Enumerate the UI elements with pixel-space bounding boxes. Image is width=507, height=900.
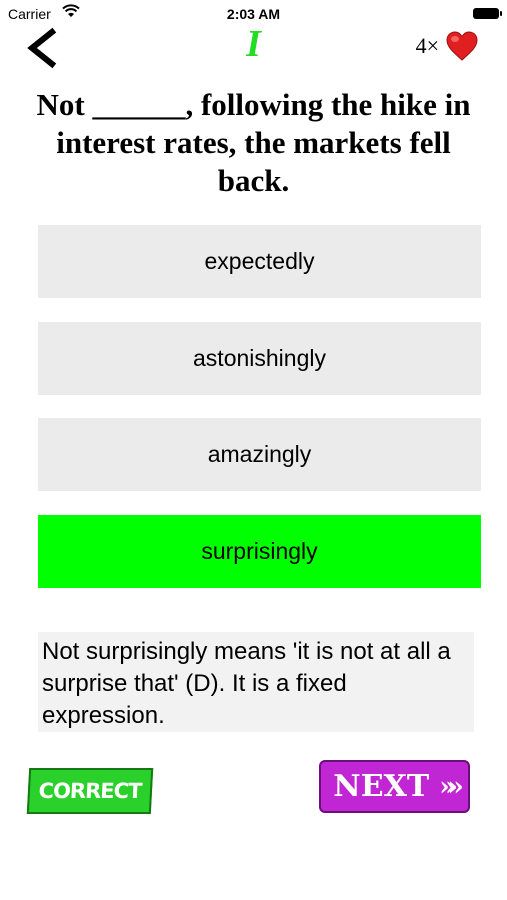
option-label: surprisingly [201, 538, 318, 564]
battery-icon [473, 8, 502, 19]
option-label: amazingly [207, 441, 312, 467]
lives-counter: 4× [416, 30, 479, 62]
heart-icon [446, 31, 478, 61]
next-button[interactable]: NEXT »» [319, 760, 470, 813]
question-text: Not ______, following the hike in intere… [36, 87, 471, 198]
status-time: 2:03 AM [226, 6, 281, 22]
option-c[interactable]: amazingly [38, 418, 481, 491]
option-b[interactable]: astonishingly [38, 322, 481, 395]
option-d[interactable]: surprisingly [38, 515, 481, 588]
explanation-text: Not surprisingly means 'it is not at all… [38, 632, 474, 732]
option-label: astonishingly [193, 345, 326, 371]
correct-badge: CORRECT [26, 768, 154, 814]
double-chevron-right-icon: »» [439, 771, 463, 802]
lives-count: 4× [415, 33, 439, 58]
option-label: expectedly [204, 248, 315, 274]
option-a[interactable]: expectedly [38, 225, 481, 298]
next-button-label: NEXT [333, 769, 430, 804]
